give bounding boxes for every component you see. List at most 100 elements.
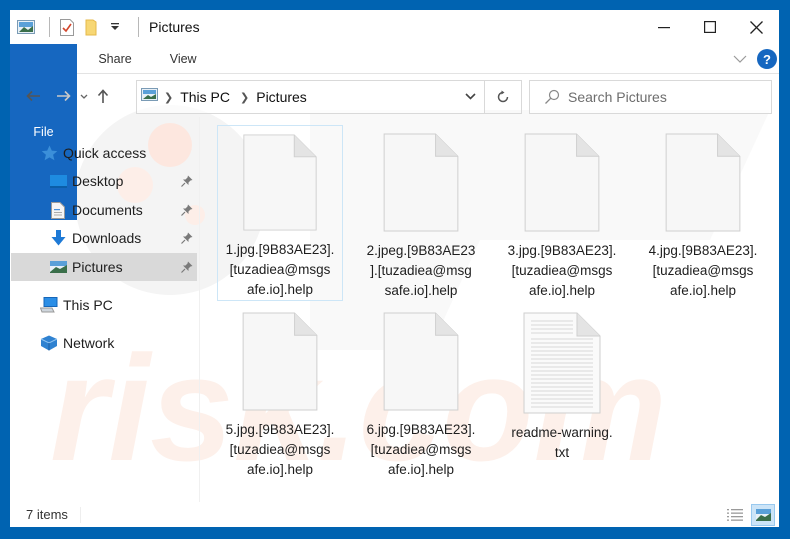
file-name: 4.jpg.[9B83AE23]. [tuzadiea@msgs afe.io]… xyxy=(648,243,758,298)
pictures-icon xyxy=(49,258,67,276)
customize-toolbar-dropdown-icon[interactable] xyxy=(106,18,124,36)
file-item[interactable]: 1.jpg.[9B83AE23]. [tuzadiea@msgs afe.io]… xyxy=(217,125,343,301)
breadcrumb-pictures[interactable]: Pictures xyxy=(256,89,307,105)
item-count: 7 items xyxy=(26,507,68,522)
maximize-button[interactable] xyxy=(687,10,733,44)
chevron-down-icon xyxy=(733,55,747,63)
blank-file-icon xyxy=(242,312,318,411)
file-name: 1.jpg.[9B83AE23]. [tuzadiea@msgs afe.io]… xyxy=(225,242,335,297)
computer-icon xyxy=(40,296,58,314)
maximize-icon xyxy=(704,21,716,33)
back-arrow-icon xyxy=(25,90,40,102)
file-name: 2.jpeg.[9B83AE23 ].[tuzadiea@msg safe.io… xyxy=(366,243,476,298)
back-button[interactable] xyxy=(20,81,46,111)
explorer-window: risk.com Pictures File Share View ? ❯ Th… xyxy=(10,10,779,527)
navigation-bar: ❯ This PC ❯ Pictures xyxy=(10,75,779,117)
search-icon xyxy=(536,89,568,105)
pictures-folder-icon xyxy=(17,18,35,36)
file-name: readme-warning. txt xyxy=(511,425,613,460)
search-input[interactable] xyxy=(568,89,758,105)
status-bar: 7 items xyxy=(10,502,779,527)
sidebar-label: Desktop xyxy=(72,173,124,189)
sidebar-item-network[interactable]: Network xyxy=(11,329,197,357)
sidebar-label: Documents xyxy=(72,202,143,218)
large-icons-view-button[interactable] xyxy=(751,503,775,526)
breadcrumb-separator-icon[interactable]: ❯ xyxy=(164,91,173,104)
window-title: Pictures xyxy=(149,19,200,35)
forward-button[interactable] xyxy=(50,81,76,111)
breadcrumb-separator-icon[interactable]: ❯ xyxy=(240,91,249,104)
up-arrow-icon xyxy=(97,88,109,103)
pin-icon[interactable] xyxy=(181,203,193,219)
blank-file-icon xyxy=(665,133,741,232)
sidebar-label: This PC xyxy=(63,297,113,313)
file-item[interactable]: 2.jpeg.[9B83AE23 ].[tuzadiea@msg safe.io… xyxy=(358,125,484,301)
window-controls xyxy=(641,10,779,44)
details-view-icon xyxy=(727,508,743,521)
ribbon-tabs: File Home Share View ? xyxy=(10,44,779,220)
chevron-down-icon xyxy=(465,93,476,100)
blank-file-icon xyxy=(524,133,600,232)
properties-icon[interactable] xyxy=(58,18,76,36)
up-button[interactable] xyxy=(92,81,114,111)
blank-file-icon xyxy=(243,134,317,231)
ribbon-right-controls: ? xyxy=(733,44,777,74)
sidebar-label: Quick access xyxy=(63,145,147,161)
new-folder-icon[interactable] xyxy=(82,18,100,36)
status-separator xyxy=(79,506,81,523)
sidebar-item-quick-access[interactable]: Quick access xyxy=(11,139,197,167)
minimize-icon xyxy=(658,27,670,29)
sidebar-item-documents[interactable]: Documents xyxy=(11,196,197,224)
file-item[interactable]: 4.jpg.[9B83AE23]. [tuzadiea@msgs afe.io]… xyxy=(640,125,766,301)
breadcrumb-this-pc[interactable]: This PC xyxy=(180,89,230,105)
blank-file-icon xyxy=(383,312,459,411)
view-mode-buttons xyxy=(723,502,775,527)
sidebar-label: Network xyxy=(63,335,115,351)
sidebar-item-downloads[interactable]: Downloads xyxy=(11,224,197,252)
separator xyxy=(49,17,50,37)
sidebar-item-desktop[interactable]: Desktop xyxy=(11,167,197,195)
network-icon xyxy=(40,334,58,352)
blank-file-icon xyxy=(383,133,459,232)
expand-ribbon-button[interactable] xyxy=(733,50,747,68)
documents-icon xyxy=(49,201,67,219)
file-name: 6.jpg.[9B83AE23]. [tuzadiea@msgs afe.io]… xyxy=(366,422,476,477)
file-item[interactable]: 3.jpg.[9B83AE23]. [tuzadiea@msgs afe.io]… xyxy=(499,125,625,301)
details-view-button[interactable] xyxy=(723,504,747,526)
file-grid: 1.jpg.[9B83AE23]. [tuzadiea@msgs afe.io]… xyxy=(200,117,779,502)
file-name: 5.jpg.[9B83AE23]. [tuzadiea@msgs afe.io]… xyxy=(225,422,335,477)
navigation-pane: Quick access Desktop Documents Downloads… xyxy=(10,134,198,494)
sidebar-item-pictures[interactable]: Pictures xyxy=(11,253,197,281)
minimize-button[interactable] xyxy=(641,10,687,44)
large-icons-view-icon xyxy=(755,508,771,521)
text-file-icon xyxy=(523,312,601,414)
help-icon[interactable]: ? xyxy=(757,49,777,69)
tab-share[interactable]: Share xyxy=(79,44,150,73)
tab-view[interactable]: View xyxy=(151,44,216,73)
sidebar-item-this-pc[interactable]: This PC xyxy=(11,291,197,319)
address-bar[interactable]: ❯ This PC ❯ Pictures xyxy=(136,80,485,114)
forward-arrow-icon xyxy=(56,90,71,102)
sidebar-label: Downloads xyxy=(72,230,142,246)
close-button[interactable] xyxy=(733,10,779,44)
file-item[interactable]: 5.jpg.[9B83AE23]. [tuzadiea@msgs afe.io]… xyxy=(217,304,343,480)
pin-icon[interactable] xyxy=(181,260,193,276)
refresh-button[interactable] xyxy=(485,80,522,114)
search-box[interactable] xyxy=(529,80,772,114)
file-item[interactable]: 6.jpg.[9B83AE23]. [tuzadiea@msgs afe.io]… xyxy=(358,304,484,480)
chevron-down-icon xyxy=(80,94,88,99)
address-dropdown-button[interactable] xyxy=(465,89,476,103)
sidebar-label: Pictures xyxy=(72,259,123,275)
quick-access-toolbar: Pictures xyxy=(10,10,200,44)
downloads-icon xyxy=(49,229,67,247)
file-name: 3.jpg.[9B83AE23]. [tuzadiea@msgs afe.io]… xyxy=(507,243,617,298)
pin-icon[interactable] xyxy=(181,231,193,247)
refresh-icon xyxy=(497,90,509,103)
pin-icon[interactable] xyxy=(181,174,193,190)
desktop-icon xyxy=(49,172,67,190)
file-item[interactable]: readme-warning. txt xyxy=(499,304,625,480)
star-icon xyxy=(40,144,58,162)
recent-locations-button[interactable] xyxy=(76,81,92,111)
separator xyxy=(138,17,139,37)
pictures-location-icon xyxy=(141,88,158,106)
